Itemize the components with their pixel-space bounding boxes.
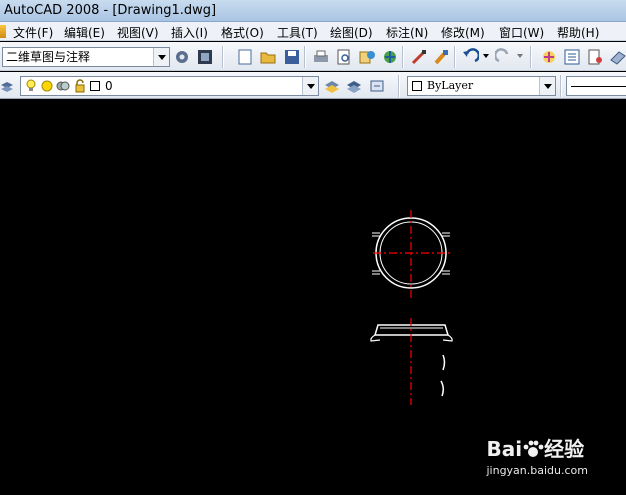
standard-toolbar: 二维草图与注释 (0, 42, 626, 71)
linetype-combo[interactable] (566, 76, 626, 96)
layers-toolbar: 0 ByLayer (0, 72, 626, 99)
color-value: ByLayer (427, 79, 474, 92)
3d-dwf-icon[interactable] (381, 48, 399, 66)
chevron-down-icon[interactable] (539, 77, 555, 95)
menu-dimension[interactable]: 标注(N) (386, 24, 428, 41)
menu-view[interactable]: 视图(V) (117, 24, 159, 41)
design-center-icon[interactable] (586, 48, 604, 66)
layer-color-swatch (90, 81, 100, 91)
title-bar: AutoCAD 2008 - [Drawing1.dwg] (0, 0, 626, 22)
autocad-app-icon[interactable] (0, 25, 6, 38)
sun-icon[interactable] (41, 80, 53, 92)
menu-bar: 文件(F) 编辑(E) 视图(V) 插入(I) 格式(O) 工具(T) 绘图(D… (0, 22, 626, 41)
watermark: Bai 经验 jingyan.baidu.com (486, 433, 588, 477)
layer-state-icon[interactable] (56, 80, 70, 92)
properties-icon[interactable] (563, 48, 581, 66)
match-properties-icon[interactable] (410, 48, 428, 66)
chevron-down-icon[interactable] (516, 50, 524, 62)
workspace-icon[interactable] (196, 48, 214, 66)
window-title: AutoCAD 2008 - [Drawing1.dwg] (4, 3, 217, 18)
print-icon[interactable] (312, 48, 330, 66)
layer-previous-icon[interactable] (323, 77, 341, 95)
watermark-logo-suffix: 经验 (544, 437, 585, 461)
menu-insert[interactable]: 插入(I) (171, 24, 208, 41)
workspace-combo[interactable]: 二维草图与注释 (2, 47, 170, 67)
tool-palette-icon[interactable] (609, 48, 626, 66)
new-file-icon[interactable] (236, 48, 254, 66)
watermark-logo-text: Bai (486, 437, 523, 461)
menu-help[interactable]: 帮助(H) (557, 24, 599, 41)
color-combo[interactable]: ByLayer (407, 76, 556, 96)
toolbar-separator (304, 46, 306, 68)
publish-icon[interactable] (358, 48, 376, 66)
paw-icon (523, 440, 544, 457)
layer-name: 0 (105, 79, 113, 93)
menu-tools[interactable]: 工具(T) (277, 24, 318, 41)
linetype-preview (571, 86, 626, 87)
save-icon[interactable] (283, 48, 301, 66)
pan-icon[interactable] (540, 48, 558, 66)
layer-combo[interactable]: 0 (20, 76, 319, 96)
undo-icon[interactable] (461, 48, 479, 66)
drawing-canvas[interactable]: Bai 经验 jingyan.baidu.com (0, 100, 626, 495)
menu-file[interactable]: 文件(F) (13, 24, 53, 41)
menu-draw[interactable]: 绘图(D) (330, 24, 373, 41)
toolbar-separator (398, 75, 400, 97)
menu-modify[interactable]: 修改(M) (441, 24, 485, 41)
top-view-part (372, 210, 451, 298)
toolbar-separator (454, 46, 456, 68)
front-view-part (370, 318, 453, 405)
layer-manager-icon[interactable] (0, 77, 14, 95)
bulb-icon[interactable] (25, 79, 37, 93)
menu-format[interactable]: 格式(O) (221, 24, 264, 41)
brush-icon[interactable] (432, 48, 450, 66)
toolbar-separator (222, 46, 224, 68)
toolbar-separator (560, 75, 562, 97)
redo-icon[interactable] (495, 48, 513, 66)
workspace-combo-value: 二维草图与注释 (6, 50, 91, 64)
open-folder-icon[interactable] (259, 48, 277, 66)
chevron-down-icon[interactable] (302, 77, 318, 95)
layer-state-icon[interactable] (345, 77, 363, 95)
menu-window[interactable]: 窗口(W) (499, 24, 544, 41)
color-swatch (412, 81, 422, 91)
toolbar-separator (530, 46, 532, 68)
lock-icon[interactable] (74, 79, 86, 93)
watermark-url: jingyan.baidu.com (486, 464, 588, 477)
menu-edit[interactable]: 编辑(E) (64, 24, 105, 41)
toolbar-separator (402, 46, 404, 68)
layer-manager-icon[interactable] (368, 77, 386, 95)
chevron-down-icon[interactable] (153, 48, 169, 66)
chevron-down-icon[interactable] (482, 50, 490, 62)
print-preview-icon[interactable] (335, 48, 353, 66)
gear-icon[interactable] (173, 48, 191, 66)
